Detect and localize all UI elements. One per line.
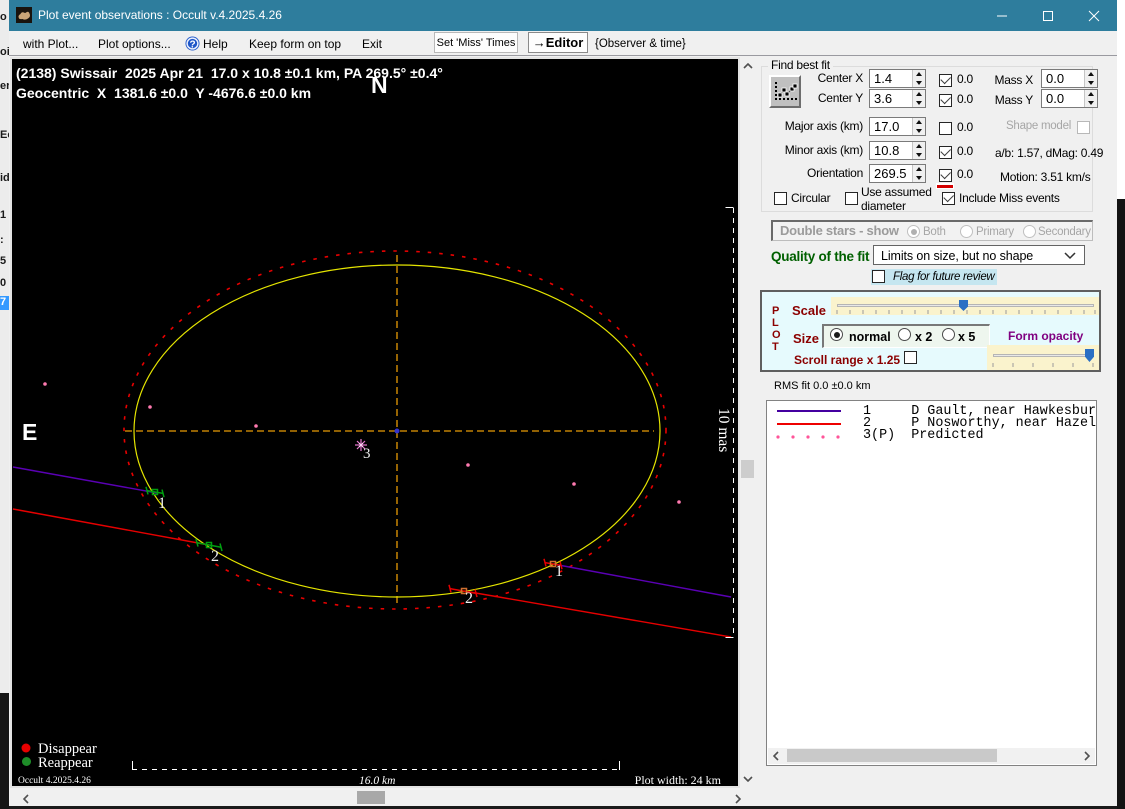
svg-text:Reappear: Reappear bbox=[38, 755, 93, 771]
svg-text:E: E bbox=[22, 419, 37, 445]
svg-text:10 mas: 10 mas bbox=[715, 408, 732, 452]
svg-text:1: 1 bbox=[555, 563, 563, 580]
svg-text:1: 1 bbox=[158, 495, 166, 512]
svg-text:16.0 km: 16.0 km bbox=[359, 775, 395, 786]
svg-text:N: N bbox=[371, 72, 388, 98]
svg-text:Occult 4.2025.4.26: Occult 4.2025.4.26 bbox=[18, 776, 91, 786]
svg-text:Plot width: 24 km: Plot width: 24 km bbox=[635, 773, 722, 786]
svg-text:?: ? bbox=[189, 40, 195, 51]
svg-text:Geocentric X 1381.6 ±0.0 Y: Geocentric X 1381.6 ±0.0 Y -4676.6 ±0.0 … bbox=[16, 85, 311, 101]
svg-text:2: 2 bbox=[465, 590, 473, 607]
svg-text:3: 3 bbox=[363, 446, 371, 462]
svg-text:2: 2 bbox=[211, 548, 219, 565]
